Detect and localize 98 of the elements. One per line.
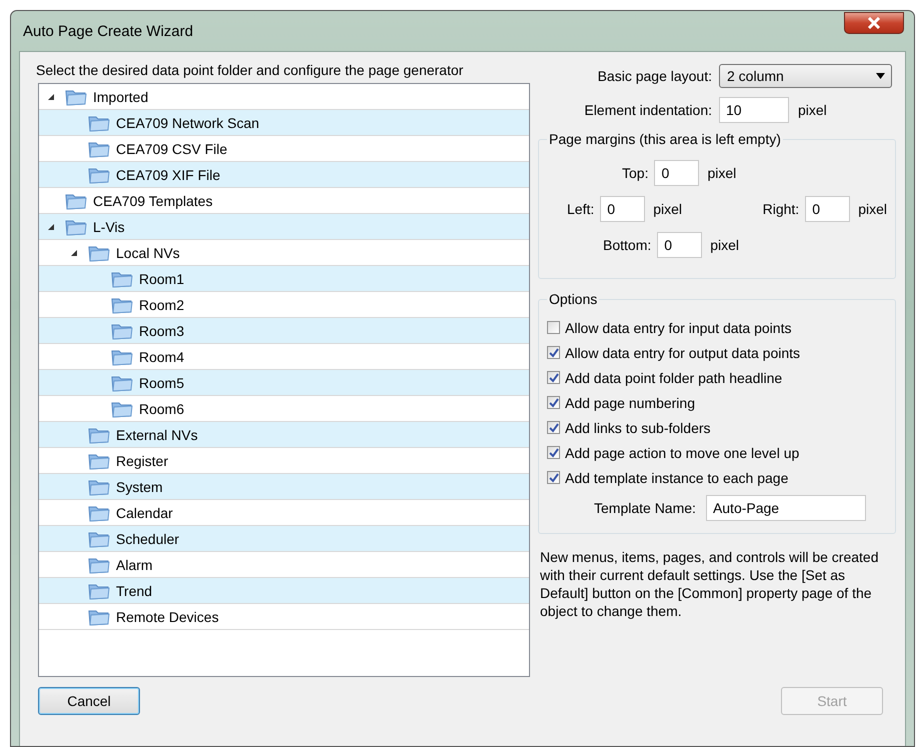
tree-item-label: CEA709 Templates <box>93 192 213 208</box>
checkbox[interactable] <box>547 446 560 459</box>
layout-dropdown[interactable]: 2 column <box>719 64 892 88</box>
caret-icon <box>876 73 885 79</box>
close-button[interactable] <box>844 12 904 34</box>
right-margin-input[interactable]: 0 <box>805 196 850 222</box>
tree-item-label: Local NVs <box>116 244 180 260</box>
tree-item[interactable]: CEA709 XIF File <box>39 162 529 188</box>
tree-item[interactable]: Remote Devices <box>39 604 529 630</box>
checkbox[interactable] <box>547 371 560 384</box>
tree-item-label: Remote Devices <box>116 608 219 624</box>
tree-item[interactable]: Room1 <box>39 266 529 292</box>
folder-icon <box>88 166 110 184</box>
indentation-label: Element indentation: <box>583 102 712 118</box>
tree-item-label: Room2 <box>139 296 184 312</box>
folder-icon <box>88 556 110 574</box>
tree-item[interactable]: Scheduler <box>39 526 529 552</box>
checkbox[interactable] <box>547 471 560 484</box>
unit-label: pixel <box>707 165 736 181</box>
checkbox-label: Allow data entry for output data points <box>565 344 800 360</box>
bottom-label: Bottom: <box>603 237 652 253</box>
window-title: Auto Page Create Wizard <box>23 23 194 40</box>
close-icon <box>867 17 881 29</box>
tree-item-label: System <box>116 478 163 494</box>
tree-item-label: Room1 <box>139 270 184 286</box>
checkbox-label: Add template instance to each page <box>565 470 788 486</box>
checkbox-label: Add links to sub-folders <box>565 420 711 436</box>
expand-arrow-icon[interactable] <box>47 222 55 230</box>
unit-label: pixel <box>710 237 740 253</box>
unit-label: pixel <box>653 201 682 217</box>
folder-icon <box>88 114 110 132</box>
bottom-margin-input[interactable]: 0 <box>657 232 702 258</box>
folder-icon <box>88 426 110 444</box>
tree-item[interactable]: Room3 <box>39 318 529 344</box>
folder-icon <box>88 478 110 496</box>
folder-icon <box>88 452 110 470</box>
checkbox[interactable] <box>547 321 560 334</box>
tree-item-label: Register <box>116 452 168 468</box>
group-title: Options <box>548 291 598 307</box>
checkbox-label: Add page action to move one level up <box>565 444 800 460</box>
tree-item-label: Calendar <box>116 504 173 520</box>
left-label: Left: <box>567 201 594 217</box>
tree-item[interactable]: CEA709 Network Scan <box>39 110 529 136</box>
folder-icon <box>88 244 110 262</box>
top-label: Top: <box>622 165 648 181</box>
tree-item-label: CEA709 Network Scan <box>116 114 260 130</box>
folder-icon <box>88 530 110 548</box>
indentation-input[interactable]: 10 <box>719 97 789 123</box>
tree-item-label: Room6 <box>139 400 184 416</box>
folder-icon <box>88 608 110 626</box>
checkbox-label: Add page numbering <box>565 394 695 410</box>
checkbox[interactable] <box>547 346 560 359</box>
folder-icon <box>111 270 133 288</box>
folder-icon <box>88 504 110 522</box>
tree-item[interactable]: External NVs <box>39 422 529 448</box>
folder-icon <box>88 582 110 600</box>
instruction-text: Select the desired data point folder and configure the page generator <box>36 62 464 78</box>
tree-item[interactable]: L-Vis <box>39 214 529 240</box>
tree-item[interactable]: Room5 <box>39 370 529 396</box>
left-margin-input[interactable]: 0 <box>600 196 646 222</box>
folder-icon <box>111 296 133 314</box>
info-text: New menus, items, pages, and controls will be created with their current default settings. Use the [Set as Default] button on the [Common] property page of the object to change them. <box>540 548 880 620</box>
template-name-label: Template Name: <box>594 500 696 516</box>
tree-item-label: Scheduler <box>116 530 180 546</box>
expand-arrow-icon[interactable] <box>47 92 55 100</box>
folder-icon <box>65 218 87 236</box>
top-margin-input[interactable]: 0 <box>654 160 700 186</box>
tree-item-label: Room4 <box>139 348 184 364</box>
tree-item-label: External NVs <box>116 426 198 442</box>
folder-icon <box>111 322 133 340</box>
folder-icon <box>88 140 110 158</box>
tree-item[interactable]: System <box>39 474 529 500</box>
tree-item-label: Imported <box>93 88 148 104</box>
right-label: Right: <box>762 201 800 217</box>
checkbox[interactable] <box>547 421 560 434</box>
layout-label: Basic page layout: <box>596 68 712 84</box>
folder-icon <box>65 88 87 106</box>
unit-label: pixel <box>858 201 887 217</box>
tree-item-label: CEA709 XIF File <box>116 166 220 182</box>
dialog-button[interactable]: Cancel <box>38 687 140 715</box>
checkbox[interactable] <box>547 396 560 409</box>
unit-label: pixel <box>798 102 827 118</box>
expand-arrow-icon[interactable] <box>70 248 78 256</box>
tree-item-label: Room3 <box>139 322 184 338</box>
tree-item-label: L-Vis <box>93 218 125 234</box>
tree-item-label: Trend <box>116 582 152 598</box>
tree-item[interactable]: Trend <box>39 578 529 604</box>
checkbox-label: Allow data entry for input data points <box>565 320 792 336</box>
folder-icon <box>111 400 133 418</box>
folder-icon <box>65 192 87 210</box>
tree-item-label: Room5 <box>139 374 184 390</box>
group-title: Page margins (this area is left empty) <box>548 131 782 147</box>
tree-item-label: Alarm <box>116 556 153 572</box>
template-name-input[interactable]: Auto-Page <box>706 495 866 521</box>
folder-icon <box>111 348 133 366</box>
tree-item-label: CEA709 CSV File <box>116 140 228 156</box>
folder-icon <box>111 374 133 392</box>
checkbox-label: Add data point folder path headline <box>565 370 782 386</box>
